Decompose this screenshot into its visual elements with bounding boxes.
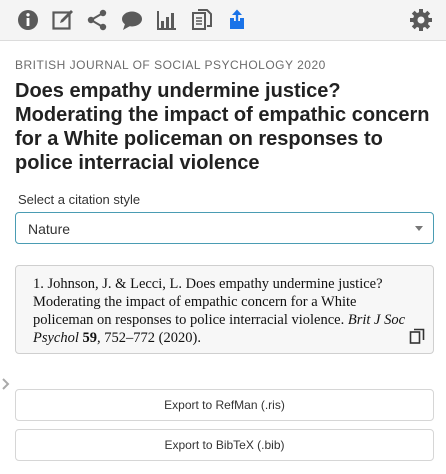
chart-icon[interactable] [155, 8, 179, 32]
export-bib-button[interactable]: Export to BibTeX (.bib) [15, 429, 434, 461]
export-icon[interactable] [225, 8, 249, 32]
citation-suffix: , 752–772 (2020). [97, 330, 201, 346]
citation-prefix: 1. Johnson, J. & Lecci, L. Does empathy … [33, 276, 383, 328]
citation-style-value: Nature [28, 221, 71, 237]
citation-style-label: Select a citation style [18, 192, 141, 207]
share-icon[interactable] [85, 8, 109, 32]
citation-text: 1. Johnson, J. & Lecci, L. Does empathy … [33, 275, 413, 347]
chevron-down-icon [415, 226, 423, 231]
chevron-right-icon[interactable] [1, 377, 11, 391]
copy-icon[interactable] [409, 328, 425, 344]
gear-icon[interactable] [409, 8, 433, 32]
toolbar [0, 0, 446, 41]
journal-label: BRITISH JOURNAL OF SOCIAL PSYCHOLOGY 202… [15, 58, 326, 72]
documents-icon[interactable] [190, 8, 214, 32]
citation-style-select[interactable]: Nature [15, 212, 434, 244]
citation-volume: 59 [82, 330, 98, 346]
info-icon[interactable] [16, 8, 40, 32]
citation-box: 1. Johnson, J. & Lecci, L. Does empathy … [15, 265, 434, 354]
article-title: Does empathy undermine justice? Moderati… [15, 80, 430, 174]
comment-icon[interactable] [120, 8, 144, 32]
export-ris-button[interactable]: Export to RefMan (.ris) [15, 389, 434, 421]
edit-icon[interactable] [51, 8, 75, 32]
